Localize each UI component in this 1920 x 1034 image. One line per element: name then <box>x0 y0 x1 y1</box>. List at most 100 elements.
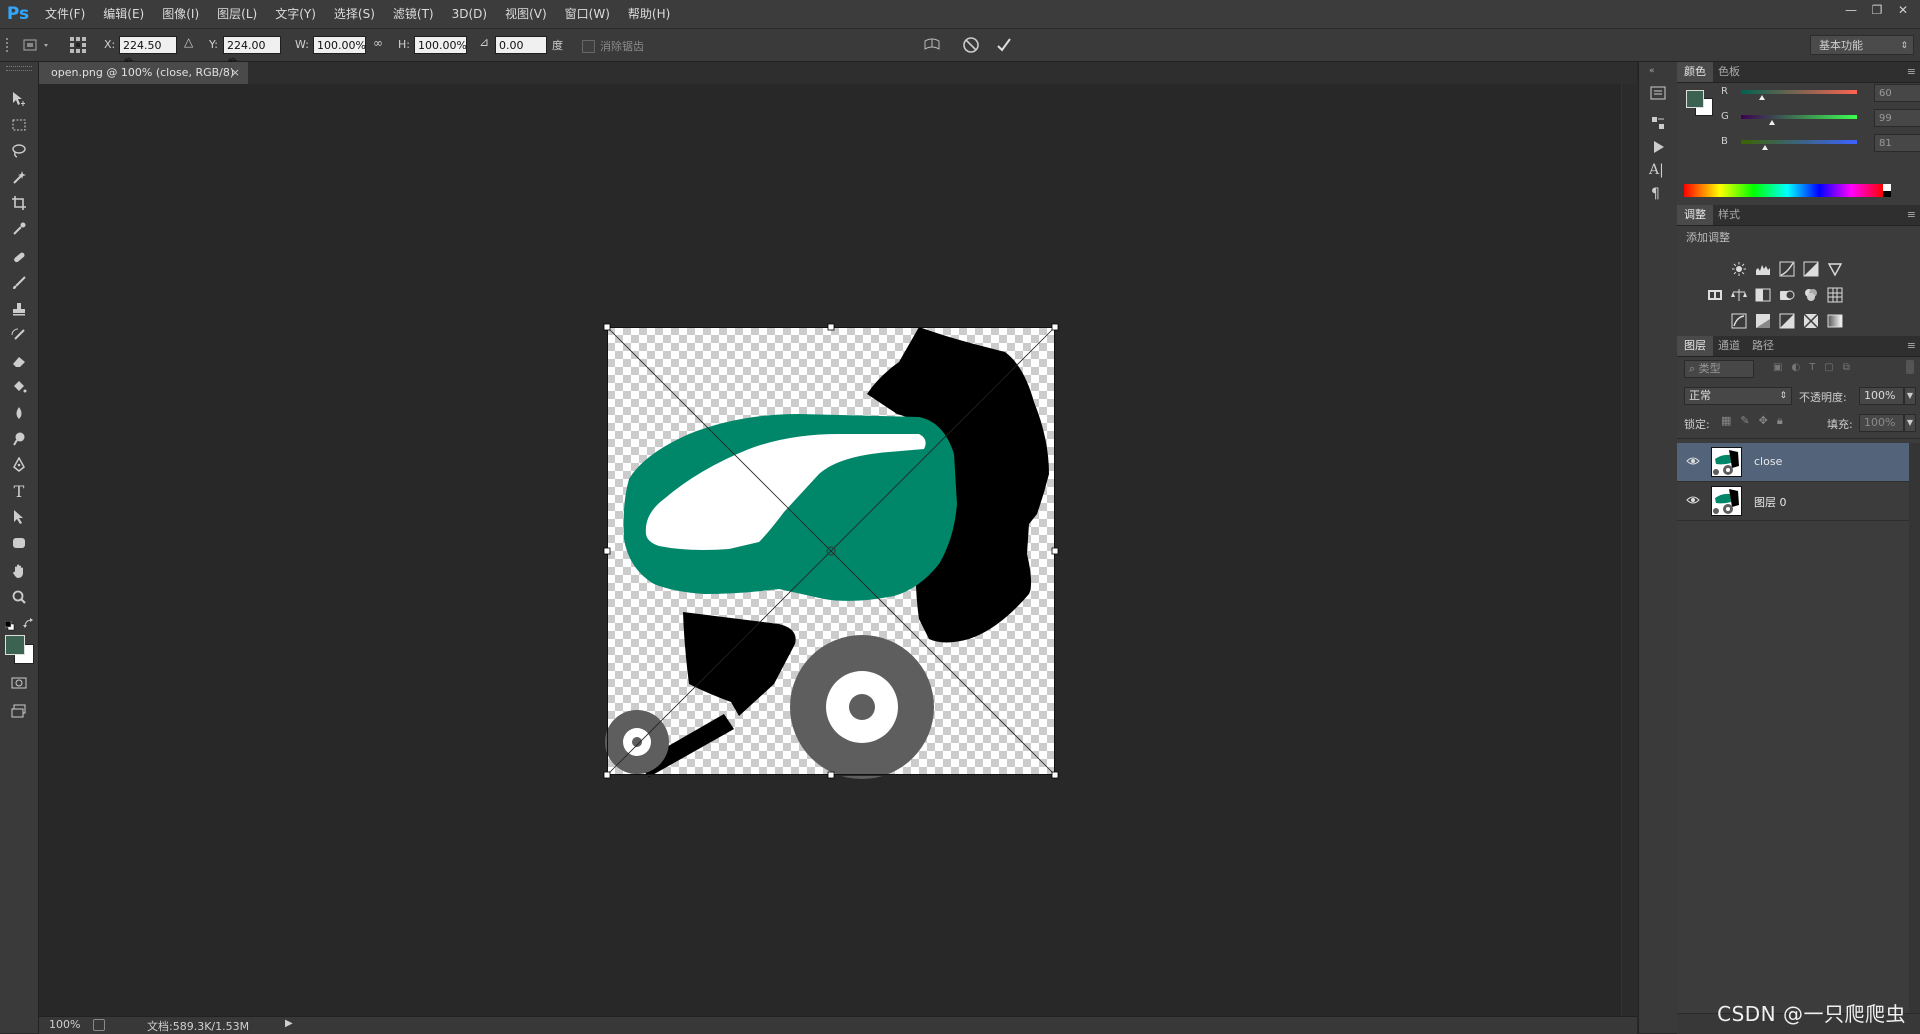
crop-tool-icon[interactable] <box>5 192 33 214</box>
menu-view[interactable]: 视图(V) <box>496 0 556 28</box>
eyedropper-tool-icon[interactable] <box>5 218 33 240</box>
opacity-input[interactable]: 100% <box>1859 387 1904 405</box>
zoom-tool-icon[interactable] <box>5 586 33 608</box>
swap-colors-icon[interactable] <box>23 618 35 630</box>
vibrance-icon[interactable] <box>1826 261 1844 277</box>
handle-middle-left[interactable] <box>603 547 611 555</box>
color-spectrum-bar[interactable] <box>1684 184 1883 197</box>
selective-color-icon[interactable] <box>1802 313 1820 329</box>
document-tab[interactable]: open.png @ 100% (close, RGB/8) × <box>39 62 248 84</box>
gradient-map-icon[interactable] <box>1826 313 1844 329</box>
menu-file[interactable]: 文件(F) <box>36 0 94 28</box>
visibility-eye-icon[interactable] <box>1686 455 1700 467</box>
smart-object-filter-icon[interactable]: ⧉ <box>1843 362 1850 376</box>
spectrum-white[interactable] <box>1883 184 1891 191</box>
handle-top-center[interactable] <box>827 323 835 331</box>
black-white-icon[interactable] <box>1754 287 1772 303</box>
tab-styles[interactable]: 样式 <box>1711 205 1747 225</box>
photo-filter-icon[interactable] <box>1778 287 1796 303</box>
properties-panel-icon[interactable] <box>1649 114 1667 132</box>
adjustment-filter-icon[interactable]: ◐ <box>1791 362 1800 376</box>
layer-row-layer-0[interactable]: 图层 0 <box>1677 482 1909 521</box>
layer-filter-kind-select[interactable]: ⌕ 类型 <box>1684 360 1754 378</box>
green-slider-thumb[interactable] <box>1769 120 1775 125</box>
color-balance-icon[interactable] <box>1730 287 1748 303</box>
layer-row-close[interactable]: close <box>1677 443 1909 482</box>
red-value-input[interactable]: 60 <box>1874 84 1920 102</box>
levels-icon[interactable] <box>1754 261 1772 277</box>
cancel-transform-icon[interactable] <box>961 35 981 55</box>
foreground-color-swatch[interactable] <box>5 635 25 655</box>
paragraph-panel-icon[interactable]: ¶ <box>1651 186 1669 204</box>
visibility-eye-icon[interactable] <box>1686 494 1700 506</box>
type-tool-icon[interactable]: T <box>5 480 33 502</box>
menu-window[interactable]: 窗口(W) <box>556 0 619 28</box>
antialias-checkbox[interactable] <box>582 40 595 53</box>
tab-layers[interactable]: 图层 <box>1677 336 1713 356</box>
close-window-button[interactable]: ✕ <box>1890 0 1916 20</box>
clone-stamp-tool-icon[interactable] <box>5 298 33 320</box>
threshold-icon[interactable] <box>1778 313 1796 329</box>
handle-bottom-right[interactable] <box>1051 771 1059 779</box>
shape-filter-icon[interactable]: ▢ <box>1824 362 1833 376</box>
marquee-tool-icon[interactable] <box>5 114 33 136</box>
menu-filter[interactable]: 滤镜(T) <box>384 0 443 28</box>
path-selection-tool-icon[interactable] <box>5 506 33 528</box>
green-value-input[interactable]: 99 <box>1874 109 1920 127</box>
red-slider[interactable] <box>1741 90 1857 94</box>
handle-bottom-center[interactable] <box>827 771 835 779</box>
menu-edit[interactable]: 编辑(E) <box>94 0 153 28</box>
lock-position-icon[interactable]: ✥ <box>1759 414 1768 428</box>
invert-icon[interactable] <box>1730 313 1748 329</box>
panel-menu-icon[interactable]: ≡ <box>1907 65 1916 78</box>
tab-color[interactable]: 颜色 <box>1677 62 1713 82</box>
menu-3d[interactable]: 3D(D) <box>443 0 496 28</box>
red-slider-thumb[interactable] <box>1759 95 1765 100</box>
canvas-area[interactable] <box>39 84 1621 1016</box>
tab-channels[interactable]: 通道 <box>1711 336 1747 356</box>
channel-mixer-icon[interactable] <box>1802 287 1820 303</box>
blur-tool-icon[interactable] <box>5 402 33 424</box>
spectrum-black[interactable] <box>1883 191 1891 197</box>
eraser-tool-icon[interactable] <box>5 350 33 372</box>
blue-value-input[interactable]: 81 <box>1874 134 1920 152</box>
commit-transform-icon[interactable] <box>994 35 1014 55</box>
actions-play-icon[interactable] <box>1649 138 1667 156</box>
pen-tool-icon[interactable] <box>5 454 33 476</box>
type-filter-icon[interactable]: T <box>1809 362 1815 376</box>
handle-top-left[interactable] <box>603 323 611 331</box>
history-brush-tool-icon[interactable] <box>5 324 33 346</box>
reference-point-icon[interactable] <box>68 35 88 55</box>
minimize-button[interactable]: — <box>1838 0 1864 20</box>
panel-menu-icon[interactable]: ≡ <box>1907 208 1916 221</box>
blue-slider-thumb[interactable] <box>1762 145 1768 150</box>
filter-toggle[interactable] <box>1906 360 1914 374</box>
menu-select[interactable]: 选择(S) <box>325 0 384 28</box>
quick-mask-icon[interactable] <box>5 672 33 694</box>
posterize-icon[interactable] <box>1754 313 1772 329</box>
healing-brush-tool-icon[interactable] <box>5 246 33 268</box>
default-colors-icon[interactable] <box>4 620 15 631</box>
vertical-scrollbar[interactable] <box>1621 84 1638 1016</box>
x-position-input[interactable]: 224.50 像 <box>119 36 177 70</box>
lock-transparency-icon[interactable]: ▦ <box>1721 414 1731 428</box>
tab-adjustments[interactable]: 调整 <box>1677 205 1713 225</box>
color-lookup-icon[interactable] <box>1826 287 1844 303</box>
dodge-tool-icon[interactable] <box>5 428 33 450</box>
link-icon[interactable]: ∞ <box>373 36 383 50</box>
blue-slider[interactable] <box>1741 140 1857 144</box>
brush-tool-icon[interactable] <box>5 272 33 294</box>
warp-mode-icon[interactable] <box>922 35 942 55</box>
workspace-select[interactable]: 基本功能 ⇕ <box>1810 35 1914 55</box>
menu-type[interactable]: 文字(Y) <box>266 0 325 28</box>
brightness-icon[interactable] <box>1730 261 1748 277</box>
width-input[interactable]: 100.00% <box>313 36 366 54</box>
screen-mode-icon[interactable] <box>5 700 33 722</box>
status-menu-arrow-icon[interactable]: ▶ <box>285 1018 293 1029</box>
character-panel-icon[interactable]: A| <box>1649 162 1667 180</box>
exposure-icon[interactable] <box>1802 261 1820 277</box>
hand-tool-icon[interactable] <box>5 560 33 582</box>
y-position-input[interactable]: 224.00 像 <box>223 36 281 70</box>
lock-all-icon[interactable]: 🔒︎ <box>1777 414 1783 428</box>
restore-button[interactable]: ❐ <box>1864 0 1890 20</box>
